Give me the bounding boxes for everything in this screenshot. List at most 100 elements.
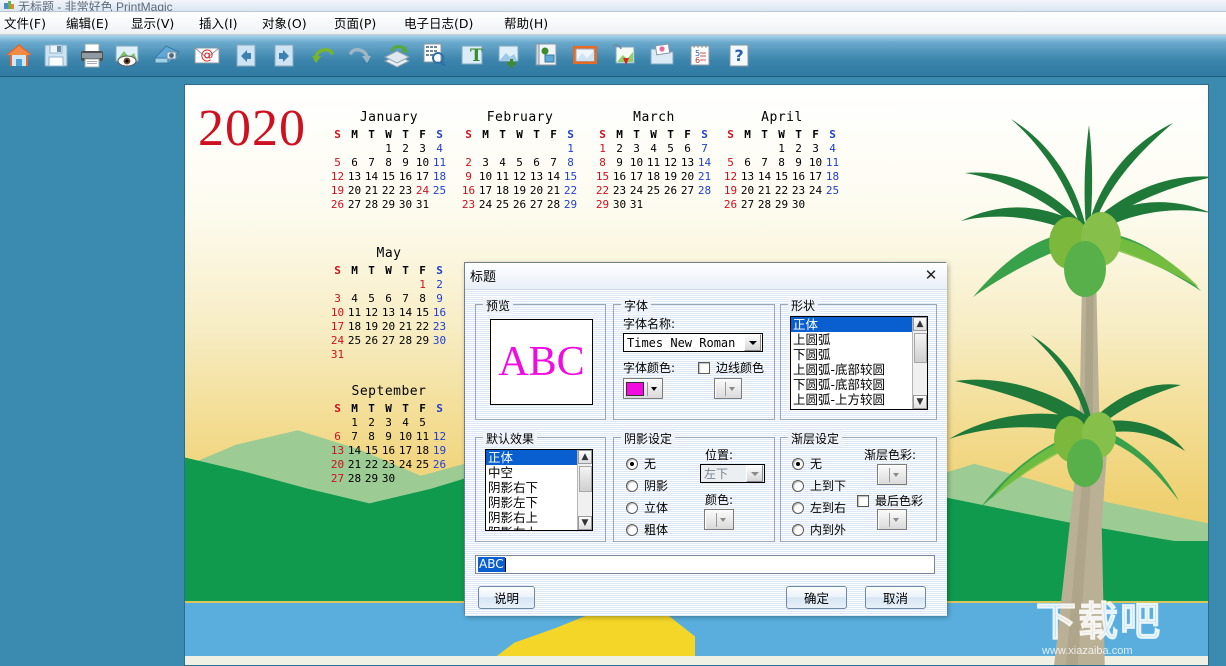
radio-icon[interactable] xyxy=(626,479,638,492)
calendar-month-may[interactable]: May S M T W T F S 1 2 3 4 5 6 7 8 9 10 11 12 13 14 15 16 17 18 19 2… xyxy=(329,246,449,362)
radio-icon[interactable] xyxy=(792,457,804,470)
add-image-icon[interactable] xyxy=(494,40,524,70)
radio-icon[interactable] xyxy=(792,479,804,492)
effect-item-0[interactable]: 正体 xyxy=(486,450,577,465)
title-text-input[interactable]: ABC xyxy=(475,555,935,574)
shape-item-0[interactable]: 正体 xyxy=(791,317,912,332)
refresh-layers-icon[interactable] xyxy=(382,40,412,70)
scroll-up-icon[interactable]: ▲ xyxy=(578,450,592,464)
day-cell: 12 xyxy=(663,156,678,169)
effect-item-4[interactable]: 阴影右上 xyxy=(486,510,577,525)
day-cell: 30 xyxy=(791,198,806,211)
radio-icon[interactable] xyxy=(626,457,638,470)
zoom-in-page-icon[interactable] xyxy=(269,40,299,70)
calendar-month-february[interactable]: February S M T W T F S 1 2 3 4 5 6 7 8 9 10 11 12 13 14 15 16 17… xyxy=(460,110,580,212)
effect-item-5[interactable]: 阴影左上 xyxy=(486,525,577,530)
day-cell: 11 xyxy=(825,156,840,169)
shadow-color-button[interactable] xyxy=(704,509,734,530)
shape-item-5[interactable]: 上圆弧-上方较圆 xyxy=(791,392,912,407)
effect-item-2[interactable]: 阴影右下 xyxy=(486,480,577,495)
gradient-last-color-button[interactable] xyxy=(877,509,907,530)
chevron-down-icon[interactable] xyxy=(744,334,761,351)
print-icon[interactable] xyxy=(77,40,107,70)
preview-box: ABC xyxy=(490,319,593,405)
effect-item-3[interactable]: 阴影左下 xyxy=(486,495,577,510)
cancel-button[interactable]: 取消 xyxy=(865,586,926,609)
zoom-out-page-icon[interactable] xyxy=(231,40,261,70)
shadow-option-none[interactable]: 无 xyxy=(626,455,656,472)
shape-item-4[interactable]: 下圆弧-底部较圆 xyxy=(791,377,912,392)
calendar-month-april[interactable]: April S M T W T F S 1 2 3 4 5 6 7 8 9 10 11 12 13 14 15 16 17 18 1… xyxy=(722,110,842,212)
menu-item-1[interactable]: 编辑(E) xyxy=(62,15,113,32)
scan-icon[interactable] xyxy=(152,40,182,70)
shape-item-1[interactable]: 上圆弧 xyxy=(791,332,912,347)
last-color-checkbox[interactable]: 最后色彩 xyxy=(857,492,923,509)
gradient-option-none[interactable]: 无 xyxy=(792,455,822,472)
scrollbar[interactable]: ▲ ▼ xyxy=(577,450,592,530)
scroll-down-icon[interactable]: ▼ xyxy=(578,516,592,530)
outline-color-checkbox[interactable]: 边线颜色 xyxy=(698,359,764,376)
open-album-icon[interactable] xyxy=(647,40,677,70)
font-name-combo[interactable]: Times New Roman xyxy=(623,333,763,352)
shadow-option-bold[interactable]: 粗体 xyxy=(626,521,668,538)
checkbox-icon[interactable] xyxy=(698,361,710,374)
title-settings-dialog[interactable]: 标题 ✕ 预览 ABC 字体 字体名称: Times New Roman 字体颜… xyxy=(464,262,947,616)
import-image-icon[interactable] xyxy=(609,40,639,70)
menu-item-0[interactable]: 文件(F) xyxy=(0,15,50,32)
effect-item-1[interactable]: 中空 xyxy=(486,465,577,480)
menu-item-7[interactable]: 帮助(H) xyxy=(500,15,552,32)
scroll-thumb[interactable] xyxy=(914,333,927,363)
day-cell: 22 xyxy=(415,320,430,333)
home-icon[interactable] xyxy=(4,40,34,70)
radio-icon[interactable] xyxy=(626,501,638,514)
save-icon[interactable] xyxy=(41,40,71,70)
radio-icon[interactable] xyxy=(792,523,804,536)
calendar-month-march[interactable]: March S M T W T F S 1 2 3 4 5 6 7 8 9 10 11 12 13 14 15 16 17 18 1… xyxy=(594,110,714,212)
gradient-option-left-right[interactable]: 左到右 xyxy=(792,499,846,516)
menu-item-2[interactable]: 显示(V) xyxy=(127,15,178,32)
gradient-color-button[interactable] xyxy=(877,464,907,485)
close-icon[interactable]: ✕ xyxy=(922,267,940,285)
calendar-icon[interactable]: 5 6 xyxy=(685,40,715,70)
redo-icon[interactable] xyxy=(345,40,375,70)
help-icon[interactable]: ? xyxy=(724,40,754,70)
email-icon[interactable]: @ xyxy=(192,40,222,70)
shape-listbox[interactable]: 正体 上圆弧 下圆弧 上圆弧-底部较圆 下圆弧-底部较圆 上圆弧-上方较圆 ▲ ▼ xyxy=(790,316,928,410)
frame-icon[interactable] xyxy=(570,40,600,70)
menu-item-6[interactable]: 电子日志(D) xyxy=(400,15,477,32)
checkbox-icon[interactable] xyxy=(857,494,869,507)
menu-item-3[interactable]: 插入(I) xyxy=(195,15,241,32)
calendar-month-september[interactable]: September S M T W T F S 1 2 3 4 5 6 7 8 9 10 11 12 13 14 15 16 1… xyxy=(329,384,449,486)
shadow-option-shadow[interactable]: 阴影 xyxy=(626,477,668,494)
effects-listbox[interactable]: 正体中空阴影右下阴影左下阴影右上阴影左上 ▲ ▼ xyxy=(485,449,593,531)
clipart-icon[interactable] xyxy=(532,40,562,70)
menu-item-4[interactable]: 对象(O) xyxy=(258,15,311,32)
ok-button[interactable]: 确定 xyxy=(786,586,847,609)
scrollbar[interactable]: ▲ ▼ xyxy=(912,317,927,409)
find-grid-icon[interactable] xyxy=(419,40,449,70)
gradient-option-top-bottom[interactable]: 上到下 xyxy=(792,477,846,494)
shadow-option-3d[interactable]: 立体 xyxy=(626,499,668,516)
day-cell: 14 xyxy=(757,170,772,183)
gradient-option-in-out[interactable]: 内到外 xyxy=(792,521,846,538)
shadow-position-combo[interactable]: 左下 xyxy=(700,464,765,483)
day-cell: 15 xyxy=(774,170,789,183)
font-color-button[interactable] xyxy=(623,378,663,399)
scroll-down-icon[interactable]: ▼ xyxy=(913,395,927,409)
radio-icon[interactable] xyxy=(626,523,638,536)
preview-icon[interactable] xyxy=(113,40,143,70)
shape-item-2[interactable]: 下圆弧 xyxy=(791,347,912,362)
radio-icon[interactable] xyxy=(792,501,804,514)
workspace: 2020 January S M T W T F S 1 2 3 4 5 6 7 8 9 10 11 12 13 14 15… xyxy=(0,77,1226,666)
insert-text-icon[interactable]: T xyxy=(457,40,487,70)
scroll-up-icon[interactable]: ▲ xyxy=(913,317,927,331)
gradient-option-label: 内到外 xyxy=(810,523,847,537)
shape-item-3[interactable]: 上圆弧-底部较圆 xyxy=(791,362,912,377)
undo-icon[interactable] xyxy=(308,40,338,70)
scroll-thumb[interactable] xyxy=(579,466,592,492)
chevron-down-icon[interactable] xyxy=(746,465,763,482)
menu-item-5[interactable]: 页面(P) xyxy=(330,15,380,32)
outline-color-button[interactable] xyxy=(714,378,742,399)
help-button[interactable]: 说明 xyxy=(478,586,535,609)
calendar-month-january[interactable]: January S M T W T F S 1 2 3 4 5 6 7 8 9 10 11 12 13 14 15 16 17 1… xyxy=(329,110,449,212)
